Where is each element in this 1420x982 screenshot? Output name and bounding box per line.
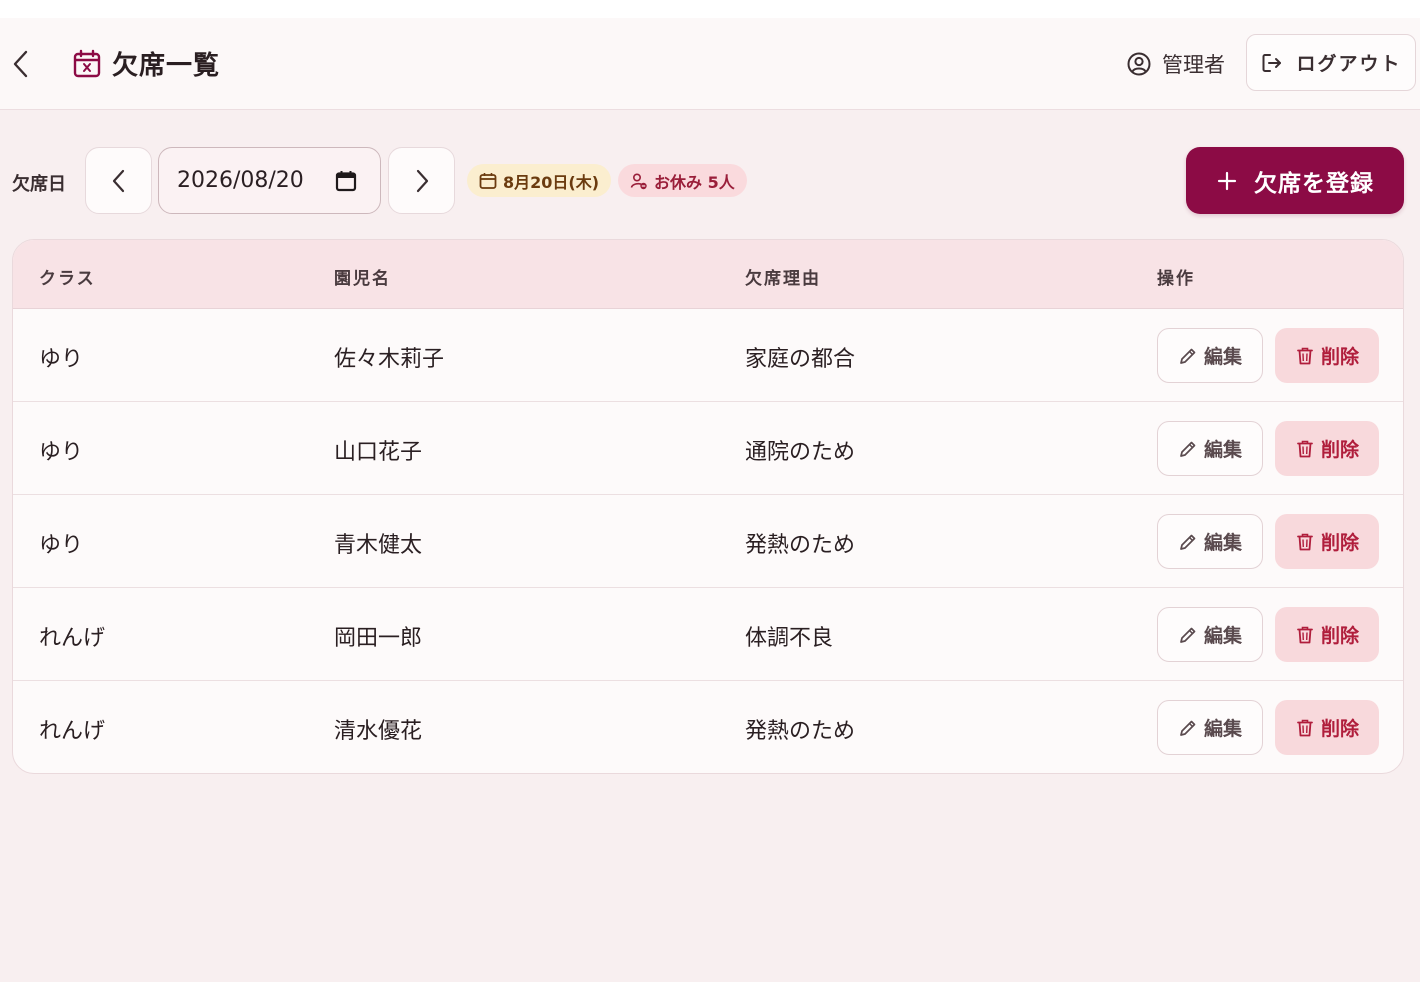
table-row: れんげ 清水優花 発熱のため 編集 削除 [13, 681, 1403, 773]
app-header: 欠席一覧 管理者 ログアウト [0, 18, 1420, 110]
user-name: 管理者 [1162, 53, 1225, 77]
calendar-x-icon [72, 49, 102, 79]
cell-child-name: 青木健太 [334, 533, 423, 558]
edit-button[interactable]: 編集 [1157, 607, 1263, 662]
date-label: 欠席日 [12, 174, 66, 195]
date-chip-label: 8月20日(木) [503, 172, 600, 192]
pencil-icon [1180, 441, 1196, 457]
edit-label: 編集 [1203, 439, 1242, 461]
pencil-icon [1180, 627, 1196, 643]
date-input[interactable]: 2026/08/20 [158, 147, 381, 214]
page-title: 欠席一覧 [112, 51, 221, 81]
date-chip: 8月20日(木) [467, 164, 612, 197]
cell-class: れんげ [39, 626, 106, 651]
column-header-reason: 欠席理由 [745, 269, 821, 289]
column-header-class: クラス [39, 269, 96, 289]
edit-button[interactable]: 編集 [1157, 700, 1263, 755]
table-header: クラス 園児名 欠席理由 操作 [13, 240, 1403, 309]
cell-reason: 体調不良 [745, 626, 834, 651]
cell-reason: 発熱のため [745, 533, 856, 558]
delete-button[interactable]: 削除 [1275, 607, 1379, 662]
trash-icon [1297, 719, 1313, 736]
column-header-name: 園児名 [334, 269, 391, 289]
cell-class: れんげ [39, 719, 106, 744]
pencil-icon [1180, 534, 1196, 550]
chevron-left-icon [13, 50, 28, 78]
table-row: ゆり 山口花子 通院のため 編集 削除 [13, 402, 1403, 495]
trash-icon [1297, 347, 1313, 364]
cell-reason: 家庭の都合 [745, 347, 856, 372]
trash-icon [1297, 533, 1313, 550]
cell-reason: 通院のため [745, 440, 856, 465]
register-label: 欠席を登録 [1254, 170, 1374, 197]
cell-child-name: 山口花子 [334, 440, 423, 465]
logout-icon [1262, 53, 1282, 72]
chevron-right-icon [416, 169, 428, 192]
edit-button[interactable]: 編集 [1157, 328, 1263, 383]
absent-count-chip: お休み 5人 [618, 164, 747, 197]
logout-label: ログアウト [1296, 53, 1402, 75]
calendar-icon [479, 172, 497, 189]
delete-label: 削除 [1320, 625, 1359, 647]
cell-reason: 発熱のため [745, 719, 856, 744]
column-header-actions: 操作 [1157, 269, 1195, 289]
delete-button[interactable]: 削除 [1275, 328, 1379, 383]
cell-child-name: 岡田一郎 [334, 626, 423, 651]
trash-icon [1297, 626, 1313, 643]
cell-class: ゆり [39, 440, 84, 465]
trash-icon [1297, 440, 1313, 457]
cell-child-name: 清水優花 [334, 719, 423, 744]
absent-chip-label: お休み 5人 [654, 172, 735, 192]
user-info: 管理者 [1126, 49, 1225, 79]
user-minus-icon [630, 172, 647, 189]
absence-table: クラス 園児名 欠席理由 操作 ゆり 佐々木莉子 家庭の都合 編集 削除 ゆり … [12, 239, 1404, 774]
delete-label: 削除 [1320, 346, 1359, 368]
edit-label: 編集 [1203, 346, 1242, 368]
table-row: ゆり 青木健太 発熱のため 編集 削除 [13, 495, 1403, 588]
table-row: れんげ 岡田一郎 体調不良 編集 削除 [13, 588, 1403, 681]
cell-child-name: 佐々木莉子 [334, 347, 445, 372]
edit-button[interactable]: 編集 [1157, 514, 1263, 569]
next-day-button[interactable] [388, 147, 455, 214]
logout-button[interactable]: ログアウト [1246, 34, 1416, 91]
table-row: ゆり 佐々木莉子 家庭の都合 編集 削除 [13, 309, 1403, 402]
pencil-icon [1180, 348, 1196, 364]
pencil-icon [1180, 720, 1196, 736]
date-toolbar: 欠席日 2026/08/20 8月20日(木) お休み 5人 欠席を登録 [0, 146, 1420, 216]
delete-label: 削除 [1320, 439, 1359, 461]
delete-button[interactable]: 削除 [1275, 514, 1379, 569]
edit-label: 編集 [1203, 625, 1242, 647]
back-button[interactable] [8, 46, 36, 82]
delete-button[interactable]: 削除 [1275, 421, 1379, 476]
delete-label: 削除 [1320, 718, 1359, 740]
edit-button[interactable]: 編集 [1157, 421, 1263, 476]
edit-label: 編集 [1203, 718, 1242, 740]
top-strip [0, 0, 1420, 18]
plus-icon [1217, 171, 1237, 190]
date-value: 2026/08/20 [177, 168, 304, 193]
calendar-icon[interactable] [335, 170, 357, 192]
prev-day-button[interactable] [85, 147, 152, 214]
chevron-left-icon [112, 169, 124, 192]
register-absence-button[interactable]: 欠席を登録 [1186, 147, 1404, 214]
delete-label: 削除 [1320, 532, 1359, 554]
delete-button[interactable]: 削除 [1275, 700, 1379, 755]
user-circle-icon [1127, 52, 1151, 76]
cell-class: ゆり [39, 347, 84, 372]
edit-label: 編集 [1203, 532, 1242, 554]
cell-class: ゆり [39, 533, 84, 558]
